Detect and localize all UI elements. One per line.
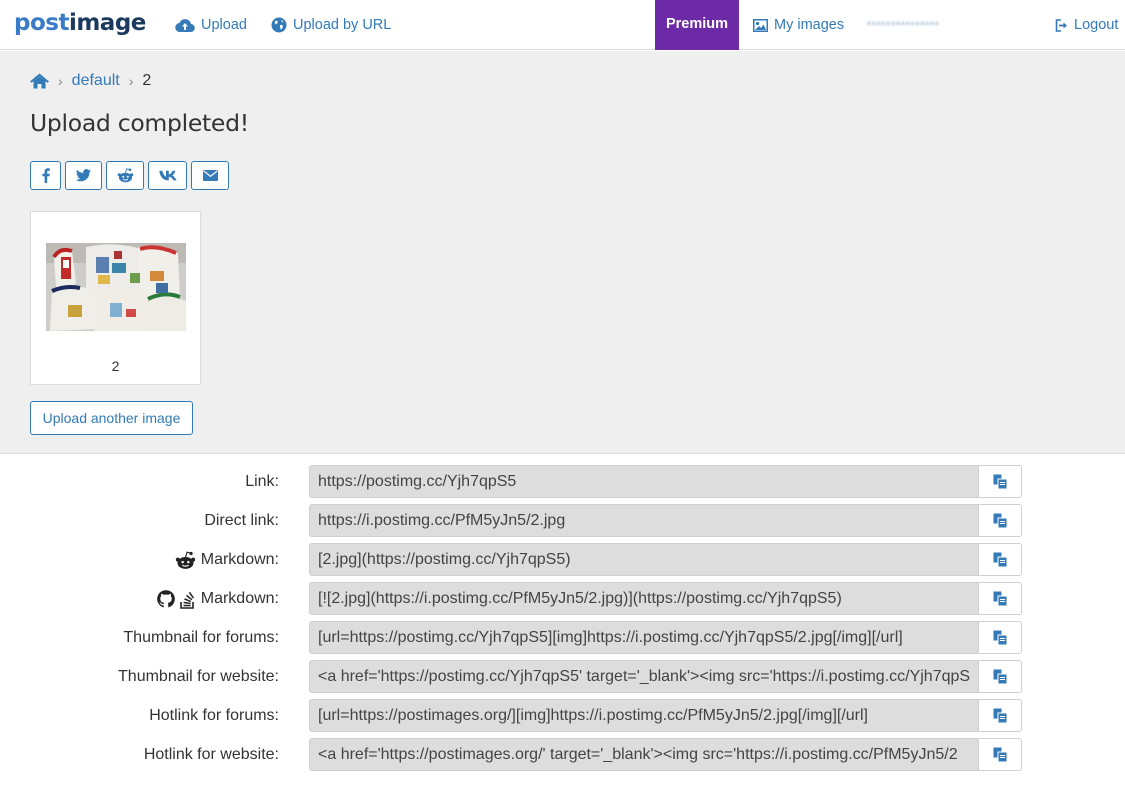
facebook-icon (41, 168, 50, 183)
envelope-icon (202, 170, 218, 181)
copy-button[interactable] (978, 504, 1022, 537)
home-icon[interactable] (30, 73, 49, 89)
chevron-right-icon: › (58, 73, 63, 89)
postimage-logo[interactable]: postimage (14, 9, 146, 37)
navbar: postimage Upload Upload by URL Premium M… (0, 0, 1125, 50)
breadcrumb-gallery-link[interactable]: default (72, 72, 120, 90)
share-link-row: Thumbnail for forums: [url=https://postim… (0, 621, 1125, 655)
reddit-icon (117, 168, 133, 183)
clipboard-icon (993, 630, 1007, 645)
share-link-field[interactable]: https://postimg.cc/Yjh7qpS5 (309, 465, 979, 498)
page-title: Upload completed! (30, 109, 249, 137)
breadcrumb-current: 2 (142, 72, 152, 89)
cloud-upload-icon (175, 18, 195, 32)
share-link-field[interactable]: [2.jpg](https://postimg.cc/Yjh7qpS5) (309, 543, 979, 576)
sign-out-icon (1055, 18, 1067, 32)
share-link-row: Hotlink for forums: [url=https://postimag… (0, 699, 1125, 733)
clipboard-icon (993, 591, 1007, 606)
uploaded-image-caption: 2 (111, 358, 120, 374)
reddit-icon (175, 551, 196, 570)
share-twitter-button[interactable] (65, 161, 102, 190)
copy-button[interactable] (978, 621, 1022, 654)
vk-icon (158, 170, 176, 181)
share-link-row: Link: https://postimg.cc/Yjh7qpS5 (0, 465, 1125, 499)
share-link-label: Thumbnail for forums: (123, 629, 279, 646)
share-link-field[interactable]: <a href='https://postimg.cc/Yjh7qpS5' ta… (309, 660, 979, 693)
github-icon (156, 590, 175, 608)
clipboard-icon (993, 552, 1007, 567)
share-link-row: Thumbnail for website: <a href='https://p… (0, 660, 1125, 694)
share-link-label: Hotlink for forums: (149, 707, 279, 724)
upload-result-panel: › default › 2 Upload completed! 2 Upload… (0, 51, 1125, 454)
share-link-field[interactable]: <a href='https://postimages.org/' target… (309, 738, 979, 771)
twitter-icon (76, 169, 91, 182)
share-link-label: Hotlink for website: (143, 746, 279, 763)
share-vk-button[interactable] (148, 161, 187, 190)
premium-button[interactable]: Premium (655, 0, 739, 50)
share-link-label: Markdown: (175, 543, 279, 577)
share-link-row: Markdown: [![2.jpg](https://i.postimg.cc/… (0, 582, 1125, 616)
share-facebook-button[interactable] (30, 161, 61, 190)
share-link-row: Hotlink for website: <a href='https://pos… (0, 738, 1125, 772)
share-link-label: Markdown: (156, 582, 279, 616)
copy-button[interactable] (978, 699, 1022, 732)
copy-button[interactable] (978, 465, 1022, 498)
nav-my-images[interactable]: My images (753, 0, 844, 50)
copy-button[interactable] (978, 543, 1022, 576)
share-link-label: Link: (245, 473, 279, 490)
share-link-row: Markdown: [2.jpg](https://postimg.cc/Yjh7… (0, 543, 1125, 577)
image-icon (753, 18, 768, 32)
globe-icon (271, 17, 287, 33)
nav-upload[interactable]: Upload (175, 0, 247, 50)
uploaded-photo (46, 243, 186, 331)
uploaded-image-thumbnail[interactable] (46, 243, 186, 331)
share-link-field[interactable]: https://i.postimg.cc/PfM5yJn5/2.jpg (309, 504, 979, 537)
upload-another-button[interactable]: Upload another image (30, 401, 193, 435)
share-link-field[interactable]: [url=https://postimg.cc/Yjh7qpS5][img]ht… (309, 621, 979, 654)
copy-button[interactable] (978, 582, 1022, 615)
breadcrumb: › default › 2 (30, 71, 151, 91)
share-link-label: Direct link: (204, 512, 279, 529)
chevron-right-icon: › (128, 73, 134, 89)
clipboard-icon (993, 474, 1007, 489)
copy-button[interactable] (978, 738, 1022, 771)
share-link-field[interactable]: [url=https://postimages.org/][img]https:… (309, 699, 979, 732)
uploaded-image-card[interactable]: 2 (30, 211, 201, 385)
clipboard-icon (993, 513, 1007, 528)
stackoverflow-icon (179, 590, 196, 609)
nav-logout[interactable]: Logout (1055, 0, 1118, 50)
clipboard-icon (993, 708, 1007, 723)
clipboard-icon (993, 747, 1007, 762)
share-link-field[interactable]: [![2.jpg](https://i.postimg.cc/PfM5yJn5/… (309, 582, 979, 615)
copy-button[interactable] (978, 660, 1022, 693)
share-link-label: Thumbnail for website: (118, 668, 279, 685)
nav-upload-by-url[interactable]: Upload by URL (271, 0, 391, 50)
user-account-menu[interactable]: ••••••••••••••• (867, 17, 1029, 31)
share-reddit-button[interactable] (106, 161, 144, 190)
share-email-button[interactable] (191, 161, 229, 190)
share-link-row: Direct link: https://i.postimg.cc/PfM5yJn… (0, 504, 1125, 538)
clipboard-icon (993, 669, 1007, 684)
